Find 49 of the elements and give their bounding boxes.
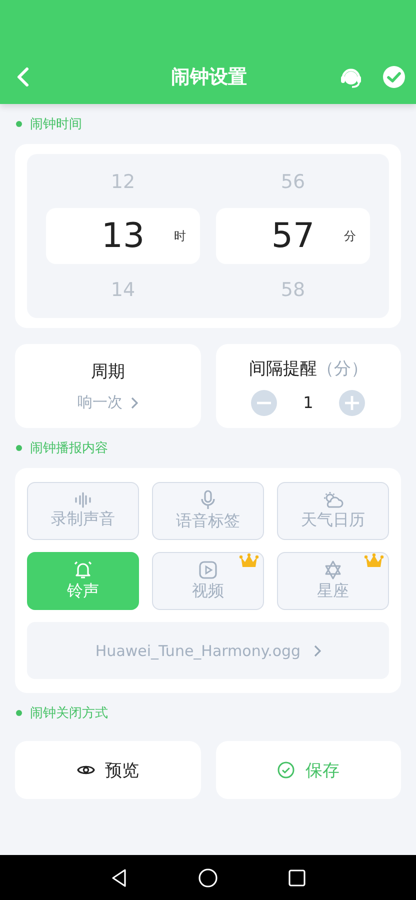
- content-type-button[interactable]: 天气日历: [277, 482, 389, 540]
- cycle-card[interactable]: 周期 响一次: [15, 344, 200, 428]
- hexagram-icon: [323, 560, 343, 580]
- cycle-value: 响一次: [77, 393, 122, 412]
- picker-option[interactable]: 58: [280, 276, 306, 304]
- interval-unit: （分）: [316, 358, 368, 380]
- chevron-right-icon: [312, 644, 321, 656]
- bell-icon: [73, 560, 93, 580]
- picker-selection[interactable]: 13 时: [46, 208, 200, 264]
- content-type-button[interactable]: 录制声音: [27, 482, 139, 540]
- section-label: 闹钟播报内容: [16, 440, 416, 456]
- picker-selection[interactable]: 57 分: [216, 208, 370, 264]
- plus-button[interactable]: [339, 390, 366, 416]
- picker-value: 13: [101, 216, 145, 256]
- picker-unit: 分: [344, 228, 356, 244]
- minus-button[interactable]: [251, 390, 278, 416]
- check-circle-icon: [277, 761, 296, 779]
- picker-option[interactable]: 14: [110, 276, 136, 304]
- content-type-button[interactable]: 铃声: [27, 552, 139, 610]
- content-type-button[interactable]: 视频: [152, 552, 264, 610]
- interval-value: 1: [303, 393, 314, 412]
- crown-icon: [364, 553, 384, 569]
- section-label: 闹钟时间: [16, 116, 416, 132]
- picker-option[interactable]: 12: [110, 168, 136, 196]
- picker-value: 57: [271, 216, 315, 256]
- preview-button[interactable]: 预览: [15, 741, 200, 799]
- chevron-right-icon: [130, 396, 138, 408]
- content-type-button[interactable]: 星座: [277, 552, 389, 610]
- recents-icon[interactable]: [288, 868, 306, 886]
- back-icon[interactable]: [110, 868, 128, 888]
- confirm-check-icon[interactable]: [382, 65, 406, 89]
- microphone-icon: [200, 490, 216, 510]
- home-icon[interactable]: [198, 868, 218, 888]
- section-label: 闹钟关闭方式: [16, 705, 416, 721]
- crown-icon: [239, 553, 259, 569]
- eye-icon: [76, 763, 95, 777]
- save-button[interactable]: 保存: [216, 741, 401, 799]
- waveform-icon: [73, 492, 93, 508]
- content-type-button[interactable]: 语音标签: [152, 482, 264, 540]
- play-icon: [198, 560, 218, 580]
- sun-cloud-icon: [322, 491, 344, 509]
- interval-title: 间隔提醒: [248, 358, 317, 380]
- ringtone-selector[interactable]: Huawei_Tune_Harmony.ogg: [27, 622, 389, 679]
- picker-option[interactable]: 56: [280, 168, 306, 196]
- picker-unit: 时: [174, 228, 186, 244]
- cycle-title: 周期: [90, 361, 125, 383]
- ringtone-name: Huawei_Tune_Harmony.ogg: [95, 642, 301, 660]
- page-title: 闹钟设置: [170, 65, 248, 90]
- time-picker[interactable]: 12 13 时 14 56 57 分 58: [27, 154, 389, 318]
